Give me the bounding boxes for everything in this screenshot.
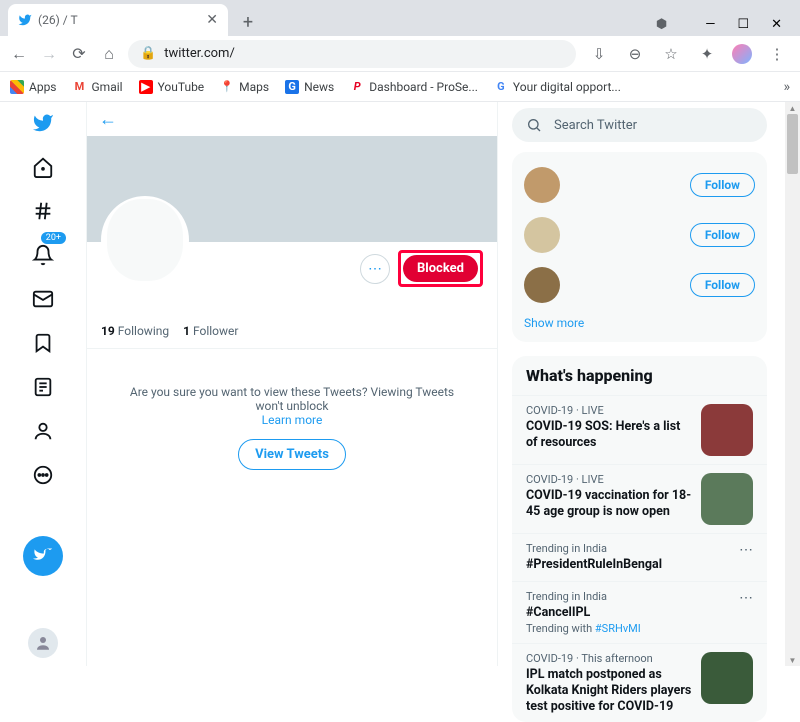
whats-happening: What's happening COVID-19 · LIVECOVID-19… [512, 356, 767, 722]
maximize-button[interactable]: ☐ [737, 17, 749, 32]
scroll-down-icon[interactable]: ▼ [785, 654, 800, 666]
bookmarks-bar: Apps MGmail ▶YouTube 📍Maps GNews PDashbo… [0, 72, 800, 102]
install-icon[interactable]: ⇩ [588, 43, 610, 65]
compose-tweet-button[interactable] [23, 536, 63, 576]
window-controls: ⬢ — ☐ ✕ [656, 17, 792, 36]
suggestion-avatar [524, 167, 560, 203]
tab-close-icon[interactable]: ✕ [206, 12, 218, 28]
profile-avatar-icon[interactable] [732, 44, 752, 64]
new-tab-button[interactable]: + [234, 8, 262, 36]
following-stat[interactable]: 19 Following [101, 324, 169, 338]
news-icon: G [285, 80, 299, 94]
bookmark-maps[interactable]: 📍Maps [220, 80, 269, 94]
whats-happening-heading: What's happening [512, 356, 767, 395]
profile-nav-icon[interactable] [30, 418, 56, 444]
zoom-icon[interactable]: ⊖ [624, 43, 646, 65]
search-placeholder: Search Twitter [554, 118, 637, 133]
trend-item[interactable]: Trending in India#CancelIPLTrending with… [512, 581, 767, 644]
suggestion-avatar [524, 267, 560, 303]
menu-icon[interactable]: ⋮ [766, 43, 788, 65]
trend-item[interactable]: COVID-19 · This afternoonIPL match postp… [512, 643, 767, 722]
trend-item[interactable]: COVID-19 · LIVECOVID-19 SOS: Here's a li… [512, 395, 767, 464]
lists-nav-icon[interactable] [30, 374, 56, 400]
right-sidebar: Search Twitter Follow Follow Follow Show… [498, 102, 785, 666]
minimize-button[interactable]: — [705, 17, 715, 32]
bookmark-dashboard[interactable]: PDashboard - ProSe... [350, 80, 478, 94]
who-to-follow: Follow Follow Follow Show more [512, 152, 767, 342]
home-button[interactable]: ⌂ [98, 43, 120, 65]
scrollbar-thumb[interactable] [787, 114, 798, 174]
twitter-logo-icon[interactable] [30, 110, 56, 136]
explore-nav-icon[interactable] [30, 198, 56, 224]
suggestion-row[interactable]: Follow [524, 160, 755, 210]
follow-button[interactable]: Follow [690, 223, 755, 247]
back-button[interactable]: ← [8, 43, 30, 65]
blocked-message: Are you sure you want to view these Twee… [87, 349, 497, 480]
extensions-icon[interactable]: ✦ [696, 43, 718, 65]
blocked-highlight: Blocked [398, 250, 483, 287]
more-nav-icon[interactable] [30, 462, 56, 488]
trend-thumbnail [701, 473, 753, 525]
bookmark-news[interactable]: GNews [285, 80, 334, 94]
tab-title: (26) / T [38, 13, 78, 27]
trend-more-icon[interactable]: ⋯ [739, 590, 753, 606]
url-text: twitter.com/ [164, 46, 235, 61]
bookmark-youtube[interactable]: ▶YouTube [139, 80, 205, 94]
maps-pin-icon: 📍 [220, 80, 234, 94]
scroll-up-icon[interactable]: ▲ [785, 102, 800, 114]
profile-avatar[interactable] [101, 196, 189, 284]
search-input[interactable]: Search Twitter [512, 108, 767, 142]
incognito-icon: ⬢ [656, 17, 667, 32]
profile-stats: 19 Following 1 Follower [87, 296, 497, 348]
bookmark-digital[interactable]: GYour digital opport... [494, 80, 621, 94]
reload-button[interactable]: ⟳ [68, 43, 90, 65]
pinterest-icon: P [350, 80, 364, 94]
twitter-favicon-icon [18, 13, 32, 27]
youtube-icon: ▶ [139, 80, 153, 94]
bookmarks-overflow-icon[interactable]: » [783, 79, 790, 95]
apps-grid-icon [10, 80, 24, 94]
trend-more-icon[interactable]: ⋯ [739, 542, 753, 558]
followers-stat[interactable]: 1 Follower [183, 324, 238, 338]
trend-hashtag-link[interactable]: #SRHvMI [595, 622, 641, 635]
forward-button: → [38, 43, 60, 65]
address-bar[interactable]: 🔒 twitter.com/ [128, 40, 576, 68]
close-window-button[interactable]: ✕ [771, 17, 782, 32]
gmail-icon: M [73, 80, 87, 94]
blocked-button[interactable]: Blocked [403, 255, 478, 282]
account-switcher[interactable] [28, 628, 58, 658]
bookmark-apps[interactable]: Apps [10, 80, 57, 94]
profile-back-button[interactable]: ← [99, 109, 117, 130]
lock-icon: 🔒 [140, 46, 156, 61]
follow-button[interactable]: Follow [690, 173, 755, 197]
messages-nav-icon[interactable] [30, 286, 56, 312]
learn-more-link[interactable]: Learn more [262, 413, 323, 427]
bookmarks-nav-icon[interactable] [30, 330, 56, 356]
search-icon [526, 117, 542, 133]
browser-titlebar: (26) / T ✕ + ⬢ — ☐ ✕ [0, 0, 800, 36]
trend-item[interactable]: Trending in India#PresidentRuleInBengal … [512, 533, 767, 581]
bookmark-gmail[interactable]: MGmail [73, 80, 123, 94]
star-icon[interactable]: ☆ [660, 43, 682, 65]
notifications-nav-icon[interactable]: 20+ [30, 242, 56, 268]
trend-item[interactable]: COVID-19 · LIVECOVID-19 vaccination for … [512, 464, 767, 533]
google-icon: G [494, 80, 508, 94]
trend-thumbnail [701, 652, 753, 704]
show-more-link[interactable]: Show more [524, 310, 755, 330]
browser-toolbar: ← → ⟳ ⌂ 🔒 twitter.com/ ⇩ ⊖ ☆ ✦ ⋮ [0, 36, 800, 72]
view-tweets-button[interactable]: View Tweets [238, 439, 346, 470]
suggestion-avatar [524, 217, 560, 253]
profile-main-column: ← ⋯ Blocked 19 Following 1 Follower Are … [86, 102, 498, 666]
notification-badge: 20+ [41, 232, 66, 244]
trend-thumbnail [701, 404, 753, 456]
home-nav-icon[interactable] [30, 154, 56, 180]
page-scrollbar[interactable]: ▲ ▼ [785, 102, 800, 666]
follow-button[interactable]: Follow [690, 273, 755, 297]
twitter-leftnav: 20+ [0, 102, 86, 666]
browser-tab[interactable]: (26) / T ✕ [8, 4, 228, 36]
profile-more-button[interactable]: ⋯ [360, 254, 390, 284]
suggestion-row[interactable]: Follow [524, 260, 755, 310]
suggestion-row[interactable]: Follow [524, 210, 755, 260]
